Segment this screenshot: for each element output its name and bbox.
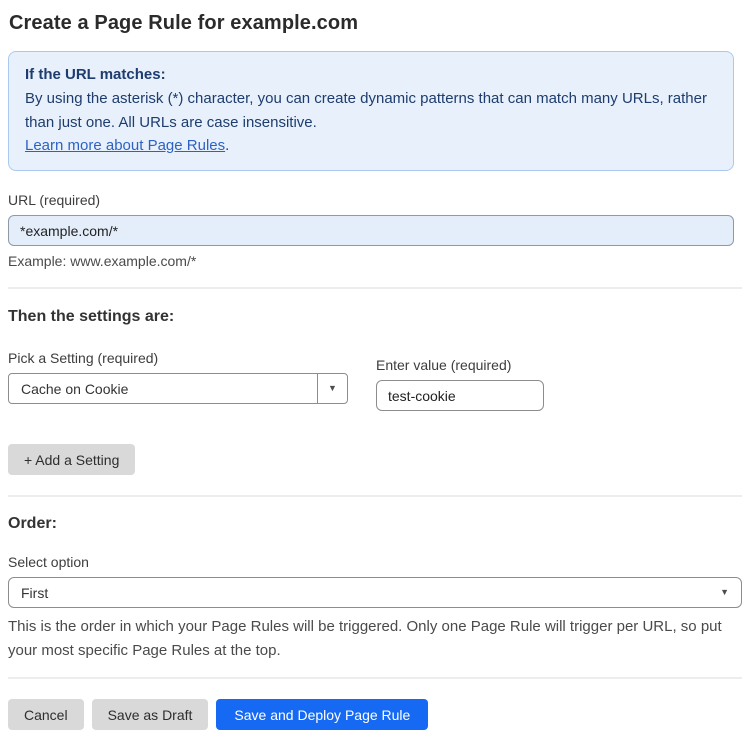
- setting-picker-label: Pick a Setting (required): [8, 350, 159, 366]
- setting-dropdown[interactable]: Cache on Cookie ▼: [8, 373, 348, 404]
- cancel-button[interactable]: Cancel: [8, 699, 84, 730]
- settings-section-heading: Then the settings are:: [8, 308, 175, 325]
- page-title: Create a Page Rule for example.com: [9, 12, 359, 34]
- save-as-draft-button[interactable]: Save as Draft: [91, 699, 209, 730]
- info-box-body: By using the asterisk (*) character, you…: [25, 87, 717, 134]
- divider: [8, 677, 742, 679]
- info-box-body-text: By using the asterisk (*) character, you…: [25, 90, 707, 131]
- order-select-label: Select option: [8, 554, 89, 570]
- info-box-heading: If the URL matches:: [25, 66, 166, 83]
- order-section-heading: Order:: [8, 515, 57, 532]
- setting-value-input[interactable]: [376, 380, 544, 411]
- learn-more-link[interactable]: Learn more about Page Rules: [25, 137, 225, 154]
- save-and-deploy-button[interactable]: Save and Deploy Page Rule: [216, 699, 429, 730]
- setting-row: Pick a Setting (required) Cache on Cooki…: [8, 350, 742, 411]
- divider: [8, 495, 742, 497]
- url-match-info-box: If the URL matches: By using the asteris…: [8, 51, 734, 171]
- form-actions: Cancel Save as Draft Save and Deploy Pag…: [8, 699, 742, 730]
- url-example-hint: Example: www.example.com/*: [8, 253, 197, 269]
- order-select-value: First: [21, 584, 49, 601]
- link-period: .: [225, 136, 230, 154]
- order-help-text: This is the order in which your Page Rul…: [8, 618, 722, 659]
- chevron-down-icon: ▼: [328, 383, 337, 393]
- url-input[interactable]: [8, 215, 734, 246]
- add-setting-button[interactable]: + Add a Setting: [8, 444, 136, 475]
- chevron-down-icon: ▼: [720, 587, 729, 597]
- url-field-label: URL (required): [8, 192, 101, 208]
- setting-picker-group: Pick a Setting (required) Cache on Cooki…: [8, 350, 348, 411]
- setting-dropdown-arrow-button[interactable]: ▼: [317, 374, 347, 403]
- order-select[interactable]: First ▼: [8, 577, 742, 608]
- create-page-rule-form: Create a Page Rule for example.com If th…: [0, 0, 750, 730]
- divider: [8, 287, 742, 289]
- setting-value-group: Enter value (required): [376, 357, 544, 411]
- setting-value-label: Enter value (required): [376, 357, 512, 373]
- info-box-link-line: Learn more about Page Rules.: [25, 134, 717, 157]
- setting-dropdown-value: Cache on Cookie: [21, 380, 129, 397]
- url-field-group: URL (required) Example: www.example.com/…: [8, 192, 742, 269]
